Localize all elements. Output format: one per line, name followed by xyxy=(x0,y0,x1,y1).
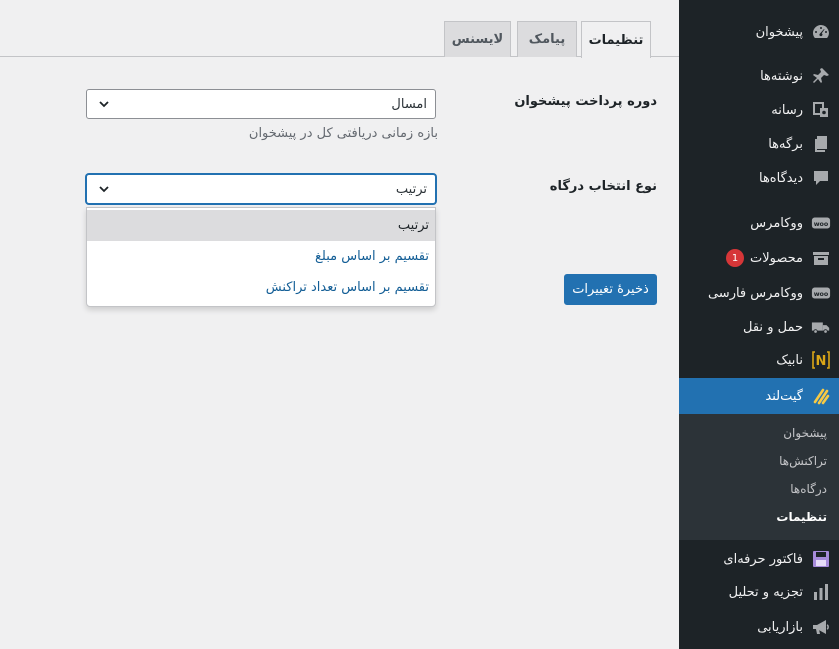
update-count-badge: 1 xyxy=(726,249,744,267)
sidebar-item-label: دیدگاه‌ها xyxy=(758,170,803,186)
sidebar-item-posts[interactable]: نوشته‌ها xyxy=(679,59,839,93)
sidebar-item-label: بازاریابی xyxy=(757,619,803,635)
dashboard-icon xyxy=(803,15,839,49)
sidebar-item-media[interactable]: رسانه xyxy=(679,93,839,127)
woo-icon: woo xyxy=(803,276,839,310)
gateland-submenu: پیشخوان تراکنش‌ها درگاه‌ها تنظیمات xyxy=(679,414,839,540)
period-select-value: امسال xyxy=(391,96,427,112)
floppy-icon xyxy=(803,542,839,576)
current-menu-arrow xyxy=(671,387,679,403)
tab-license[interactable]: لایسنس xyxy=(444,21,511,57)
woo-icon: woo xyxy=(803,206,839,240)
sidebar-item-label: پیشخوان xyxy=(755,24,803,40)
admin-sidebar: پیشخوان نوشته‌ها رسانه برگه‌ها دیدگاه‌ها… xyxy=(671,0,839,649)
period-select[interactable]: امسال xyxy=(86,89,436,119)
sidebar-item-gateland[interactable]: گیت‌لند xyxy=(671,378,839,414)
pin-icon xyxy=(803,59,839,93)
gateway-selection-label: نوع انتخاب درگاه xyxy=(549,179,657,194)
truck-icon xyxy=(803,310,839,344)
chart-icon xyxy=(803,575,839,609)
comments-icon xyxy=(803,161,839,195)
sidebar-item-label: محصولات xyxy=(750,250,803,266)
svg-text:woo: woo xyxy=(814,291,829,298)
nabik-icon: N xyxy=(803,343,839,377)
archive-icon xyxy=(803,241,839,275)
sidebar-item-label: نوشته‌ها xyxy=(760,68,803,84)
save-changes-button[interactable]: ذخیرهٔ تغییرات xyxy=(564,274,657,305)
svg-text:woo: woo xyxy=(814,221,829,228)
sidebar-item-label: ووکامرس فارسی xyxy=(707,285,803,301)
sidebar-item-woocommerce-persian[interactable]: woo ووکامرس فارسی xyxy=(679,276,839,310)
sidebar-item-products[interactable]: محصولات 1 xyxy=(679,241,839,275)
tab-divider xyxy=(0,56,679,57)
submenu-item-transactions[interactable]: تراکنش‌ها xyxy=(779,454,827,468)
sidebar-item-label: رسانه xyxy=(771,102,803,118)
chevron-down-icon xyxy=(99,186,109,193)
dropdown-option[interactable]: ترتیب xyxy=(87,210,435,241)
sidebar-item-woocommerce[interactable]: woo ووکامرس xyxy=(679,206,839,240)
gateway-selection-dropdown: ترتیب تقسیم بر اساس مبلغ تقسیم بر اساس ت… xyxy=(86,207,436,307)
sidebar-item-label: تجزیه و تحلیل xyxy=(728,584,803,600)
submenu-item-dashboard[interactable]: پیشخوان xyxy=(783,426,827,440)
sidebar-item-analytics[interactable]: تجزیه و تحلیل xyxy=(679,575,839,609)
sidebar-item-comments[interactable]: دیدگاه‌ها xyxy=(679,161,839,195)
sidebar-item-label: ووکامرس xyxy=(750,215,803,231)
sidebar-item-label: نابیک xyxy=(776,352,803,368)
sidebar-item-label: گیت‌لند xyxy=(765,388,803,404)
sidebar-item-pages[interactable]: برگه‌ها xyxy=(679,127,839,161)
dropdown-option[interactable]: تقسیم بر اساس مبلغ xyxy=(87,241,435,272)
sidebar-item-label: حمل و نقل xyxy=(743,319,803,335)
svg-text:N: N xyxy=(816,354,827,369)
gateway-selection-value: ترتیب xyxy=(395,181,427,197)
submenu-item-gateways[interactable]: درگاه‌ها xyxy=(790,482,827,496)
media-icon xyxy=(803,93,839,127)
period-label: دوره پرداخت پیشخوان xyxy=(514,94,657,109)
submenu-item-settings[interactable]: تنظیمات xyxy=(776,510,827,524)
gateway-selection-select[interactable]: ترتیب xyxy=(86,174,436,204)
gateland-icon xyxy=(803,379,839,413)
dropdown-option[interactable]: تقسیم بر اساس تعداد تراکنش xyxy=(87,272,435,303)
tab-settings[interactable]: تنظیمات xyxy=(581,21,651,58)
nav-tab-wrapper: تنظیمات پیامک لایسنس xyxy=(0,0,679,58)
sidebar-item-label: فاکتور حرفه‌ای xyxy=(723,551,803,567)
sidebar-item-nabik[interactable]: N نابیک xyxy=(679,343,839,377)
tab-sms[interactable]: پیامک xyxy=(517,21,577,57)
sidebar-item-label: برگه‌ها xyxy=(768,136,803,152)
chevron-down-icon xyxy=(99,101,109,108)
sidebar-item-marketing[interactable]: بازاریابی xyxy=(679,610,839,644)
sidebar-item-pro-invoice[interactable]: فاکتور حرفه‌ای xyxy=(679,542,839,576)
period-description: بازه زمانی دریافتی کل در پیشخوان xyxy=(248,126,438,141)
pages-icon xyxy=(803,127,839,161)
sidebar-item-shipping[interactable]: حمل و نقل xyxy=(679,310,839,344)
megaphone-icon xyxy=(803,610,839,644)
sidebar-item-dashboard[interactable]: پیشخوان xyxy=(679,15,839,49)
